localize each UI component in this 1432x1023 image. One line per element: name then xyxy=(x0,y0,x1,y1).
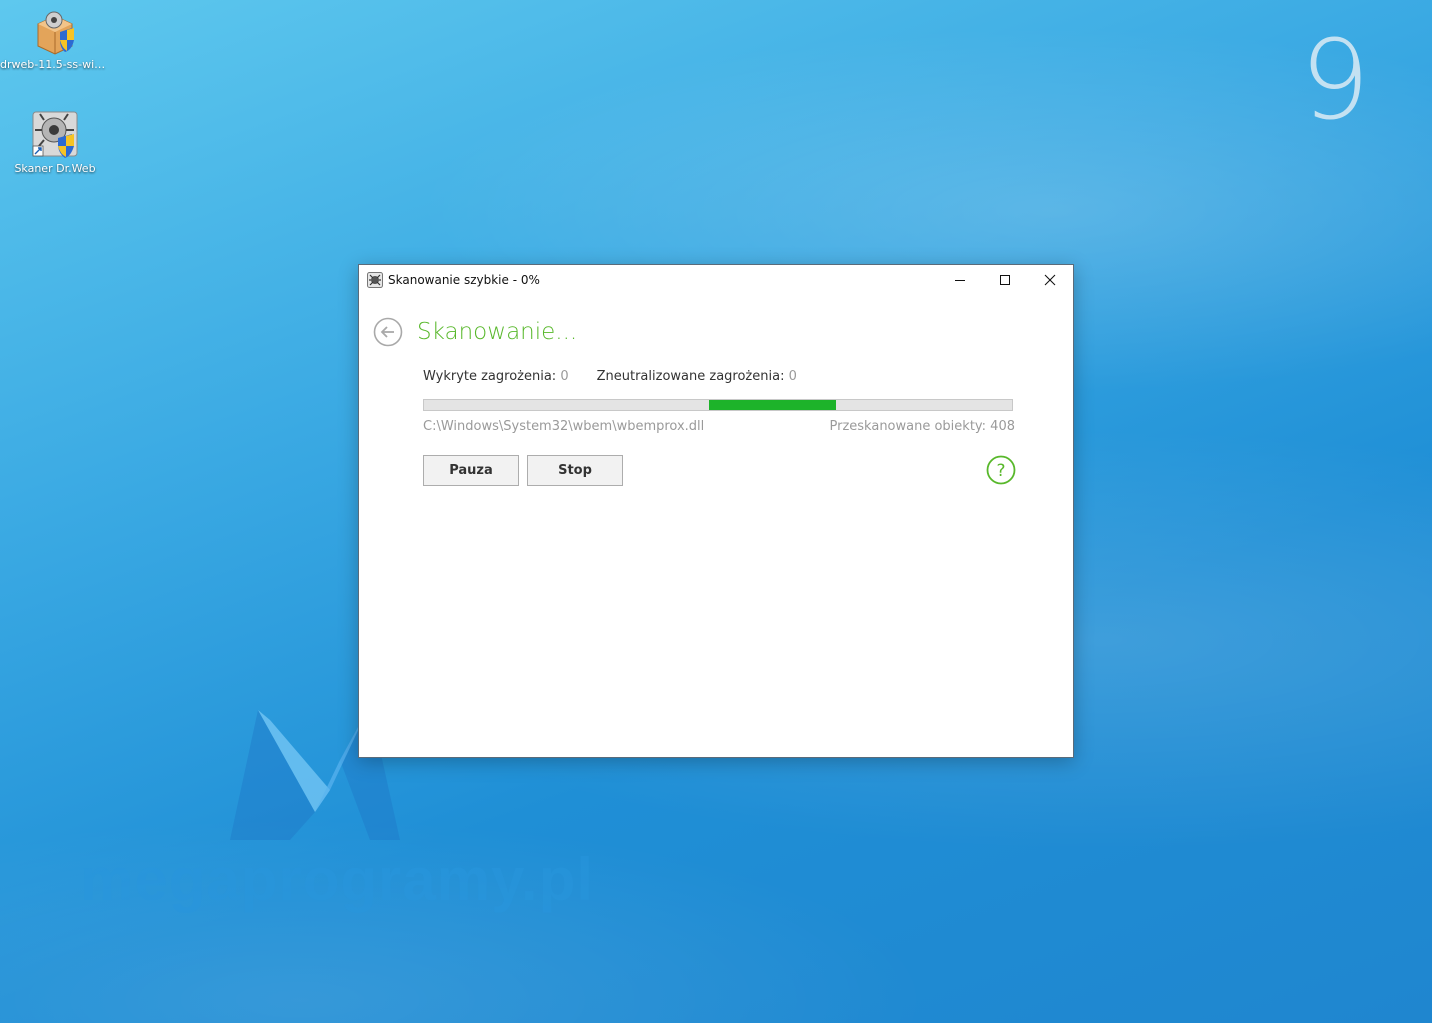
maximize-icon xyxy=(999,275,1010,285)
help-icon: ? xyxy=(986,455,1016,485)
close-button[interactable] xyxy=(1027,265,1072,295)
minimize-icon xyxy=(954,280,965,281)
drweb-spider-icon xyxy=(367,272,383,288)
desktop: drweb-11.5-ss-win... Skaner Dr.Web 9 meg… xyxy=(0,0,1432,1023)
neutralized-threats-value: 0 xyxy=(788,369,797,384)
detected-threats: Wykryte zagrożenia: 0 xyxy=(423,369,569,384)
scan-progress-bar xyxy=(423,399,1013,411)
heading-row: Skanowanie... xyxy=(373,317,577,347)
stop-button[interactable]: Stop xyxy=(527,455,623,486)
desktop-icon-label: Skaner Dr.Web xyxy=(14,162,96,175)
scan-status-row: C:\Windows\System32\wbem\wbemprox.dll Pr… xyxy=(423,419,1015,434)
scanned-objects-count: Przeskanowane obiekty: 408 xyxy=(829,419,1016,434)
drweb-scanner-icon xyxy=(30,110,80,160)
desktop-icon-drweb-installer[interactable]: drweb-11.5-ss-win... xyxy=(0,6,110,71)
window-title: Skanowanie szybkie - 0% xyxy=(388,273,540,287)
help-glyph: ? xyxy=(996,461,1005,481)
help-button[interactable]: ? xyxy=(986,455,1016,485)
current-file-path: C:\Windows\System32\wbem\wbemprox.dll xyxy=(423,419,705,434)
pause-button[interactable]: Pauza xyxy=(423,455,519,486)
desktop-icon-label: drweb-11.5-ss-win... xyxy=(0,58,110,71)
neutralized-threats: Zneutralizowane zagrożenia: 0 xyxy=(597,369,797,384)
watermark-text: megaprogramy.pl xyxy=(80,846,595,913)
corner-number: 9 xyxy=(1300,16,1370,144)
back-button[interactable] xyxy=(373,317,403,347)
scan-window: Skanowanie szybkie - 0% Skanowanie... Wy… xyxy=(358,264,1074,758)
detected-threats-value: 0 xyxy=(560,369,569,384)
minimize-button[interactable] xyxy=(937,265,982,295)
page-title: Skanowanie... xyxy=(417,319,578,345)
back-arrow-icon xyxy=(373,317,403,347)
maximize-button[interactable] xyxy=(982,265,1027,295)
scan-progress-fill xyxy=(709,400,836,410)
desktop-icon-drweb-scanner[interactable]: Skaner Dr.Web xyxy=(0,110,110,175)
window-titlebar[interactable]: Skanowanie szybkie - 0% xyxy=(359,265,1073,295)
threat-stats: Wykryte zagrożenia: 0 Zneutralizowane za… xyxy=(423,369,797,384)
detected-threats-label: Wykryte zagrożenia: xyxy=(423,369,557,384)
installer-box-icon xyxy=(30,6,80,56)
close-icon xyxy=(1044,274,1055,286)
neutralized-threats-label: Zneutralizowane zagrożenia: xyxy=(596,369,785,384)
